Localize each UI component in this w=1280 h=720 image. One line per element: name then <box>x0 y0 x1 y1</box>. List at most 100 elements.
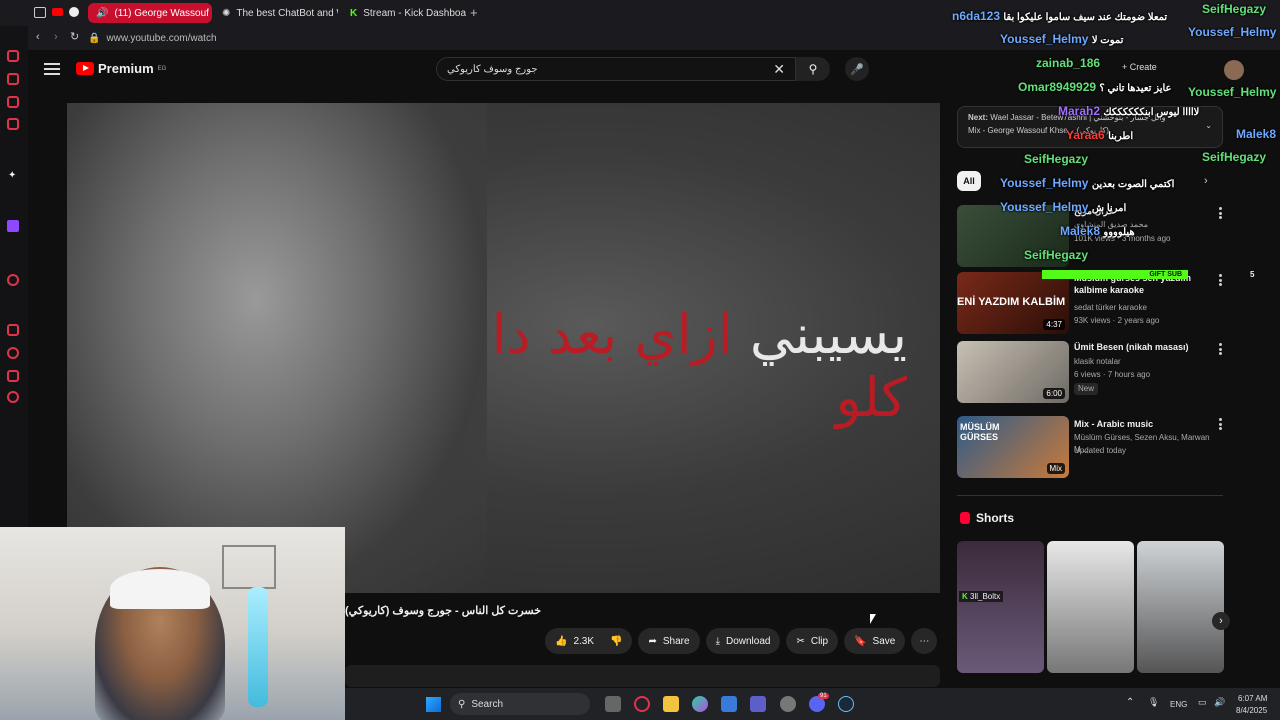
tab-youtube[interactable]: 🔊 (11) George Wassouf K <box>88 3 212 23</box>
video-thumbnail[interactable]: 6:00 <box>957 341 1069 403</box>
opera-taskbar-icon[interactable] <box>634 696 650 712</box>
gift-label: GIFT SUB <box>1149 271 1182 278</box>
short-thumbnail[interactable] <box>1047 541 1134 673</box>
volume-icon[interactable]: 🔊 <box>1214 697 1225 708</box>
chat-user: Yaraa6 <box>1066 128 1105 142</box>
kebab-menu-icon[interactable] <box>1219 343 1223 355</box>
create-button[interactable]: + Create <box>1122 62 1157 72</box>
chat-message: Youssef_Helmy <box>1188 25 1276 39</box>
tab-label: The best ChatBot and W <box>236 7 338 19</box>
search-button[interactable]: ⚲ <box>796 57 830 81</box>
media-icon[interactable] <box>7 118 19 130</box>
short-thumbnail[interactable] <box>1137 541 1224 673</box>
forward-icon[interactable]: › <box>54 31 58 43</box>
task-view-icon[interactable] <box>605 696 621 712</box>
settings-icon[interactable] <box>7 391 19 403</box>
store-icon[interactable] <box>721 696 737 712</box>
duration-badge: 6:00 <box>1043 388 1065 399</box>
dislike-icon[interactable]: 👎 <box>610 636 622 647</box>
microphone-icon: 🎤 <box>850 63 864 76</box>
language-indicator[interactable]: ENG <box>1170 700 1187 709</box>
network-icon[interactable]: ▭ <box>1198 697 1207 708</box>
new-tab-button[interactable]: + <box>470 5 478 20</box>
download-button[interactable]: ⤓ Download <box>705 628 781 654</box>
back-icon[interactable]: ‹ <box>36 31 40 43</box>
video-player[interactable]: يسيبني ازاي بعد دا كلو <box>67 103 940 593</box>
youtube-tab-icon[interactable] <box>52 8 63 16</box>
tab-chatbot[interactable]: ✺ The best ChatBot and W <box>214 3 338 23</box>
pin-icon[interactable] <box>7 324 19 336</box>
clip-button[interactable]: ✂ Clip <box>786 628 839 654</box>
chevron-down-icon[interactable]: ⌄ <box>1205 121 1212 130</box>
shorts-next-icon[interactable]: › <box>1212 612 1230 630</box>
kebab-menu-icon[interactable] <box>1219 274 1223 286</box>
kebab-menu-icon[interactable] <box>1219 418 1223 430</box>
create-label: Create <box>1129 62 1157 72</box>
clear-search-icon[interactable]: ✕ <box>773 61 785 78</box>
file-explorer-icon[interactable] <box>663 696 679 712</box>
avatar[interactable] <box>1224 60 1244 80</box>
bag-icon[interactable] <box>7 73 19 85</box>
clock-date[interactable]: 8/4/2025 <box>1236 706 1267 715</box>
chat-user: Malek8 <box>1060 224 1101 238</box>
tray-mic-icon[interactable]: 🎙 <box>1148 697 1159 708</box>
clock-icon[interactable] <box>7 347 19 359</box>
chat-message: zainab_186 <box>1036 56 1100 70</box>
recommendation-item[interactable]: 6:00 Ümit Besen (nikah masası) klasik no… <box>957 341 1223 407</box>
recommendation-item[interactable]: MÜSLÜM GÜRSES Mix Mix - Arabic music Müs… <box>957 416 1223 482</box>
reload-icon[interactable]: ↻ <box>70 30 79 43</box>
chat-user: SeifHegazy <box>1024 152 1089 166</box>
history-icon[interactable] <box>7 50 19 62</box>
streamer-cap <box>110 569 210 609</box>
taskbar-search[interactable]: ⚲ Search <box>450 693 590 715</box>
streamer-name: 3ll_Boltx <box>970 592 1001 601</box>
chat-user: Malek8 <box>1236 127 1277 141</box>
chatgpt-icon[interactable]: ✦ <box>8 170 20 181</box>
news-icon[interactable] <box>7 96 19 108</box>
chatgpt-tab-icon[interactable] <box>69 7 79 17</box>
tab-kick[interactable]: K Stream - Kick Dashboard <box>342 3 466 23</box>
video-thumbnail[interactable]: MÜSLÜM GÜRSES Mix <box>957 416 1069 478</box>
duration-badge: 4:37 <box>1043 319 1065 330</box>
chat-message: Youssef_Helmy امرنا ش <box>1000 200 1126 214</box>
more-actions-button[interactable]: ⋯ <box>911 628 938 654</box>
chat-user: SeifHegazy <box>1202 2 1267 16</box>
settings-icon[interactable] <box>780 696 796 712</box>
chat-message: Omar8949929 عايز تعيدها تاني ؟ <box>1018 80 1172 94</box>
save-button[interactable]: 🔖 Save <box>844 628 906 654</box>
tray-chevron-icon[interactable]: ⌃ <box>1126 697 1134 708</box>
divider <box>957 495 1223 496</box>
more-icon: ⋯ <box>919 635 930 647</box>
clock-time[interactable]: 6:07 AM <box>1238 694 1267 703</box>
like-button[interactable]: 👍 2.3K 👎 <box>545 628 633 654</box>
recommendation-item[interactable]: قران مربح محمد صديق المنشاوي 101K views … <box>957 205 1223 271</box>
chat-text: عايز تعيدها تاني ؟ <box>1099 83 1172 94</box>
share-button[interactable]: ➦ Share <box>638 628 700 654</box>
rec-title: Mix - Arabic music <box>1074 419 1154 429</box>
chips-chevron-right-icon[interactable]: › <box>1204 175 1208 187</box>
windows-start-icon[interactable] <box>426 697 441 712</box>
workspaces-icon[interactable] <box>34 7 46 18</box>
copilot-icon[interactable] <box>692 696 708 712</box>
teams-icon[interactable] <box>750 696 766 712</box>
hamburger-menu-icon[interactable] <box>44 63 60 75</box>
chat-user: SeifHegazy <box>1024 248 1089 262</box>
box-icon[interactable] <box>7 370 19 382</box>
address-bar[interactable]: 🔒 www.youtube.com/watch <box>88 30 968 46</box>
short-thumbnail[interactable]: K 3ll_Boltx <box>957 541 1044 673</box>
search-input[interactable]: جورج وسوف كاريوكي ✕ <box>436 57 796 81</box>
voice-search-button[interactable]: 🎤 <box>845 57 869 81</box>
chip-all[interactable]: All <box>957 171 981 191</box>
chat-message: Youssef_Helmy <box>1188 85 1276 99</box>
recommendation-item[interactable]: ENİ YAZDIM KALBİM 4:37 Müslüm gürses sen… <box>957 272 1223 338</box>
twitch-icon[interactable] <box>7 220 19 232</box>
kebab-menu-icon[interactable] <box>1219 207 1223 219</box>
description-box[interactable] <box>345 665 940 687</box>
music-icon[interactable] <box>7 274 19 286</box>
steam-icon[interactable] <box>838 696 854 712</box>
video-thumbnail[interactable]: ENİ YAZDIM KALBİM 4:37 <box>957 272 1069 334</box>
youtube-logo[interactable]: Premium EG <box>76 61 166 76</box>
chat-message: SeifHegazy <box>1202 150 1266 164</box>
chat-user: Youssef_Helmy <box>1000 176 1089 190</box>
chat-user: Youssef_Helmy <box>1000 200 1089 214</box>
